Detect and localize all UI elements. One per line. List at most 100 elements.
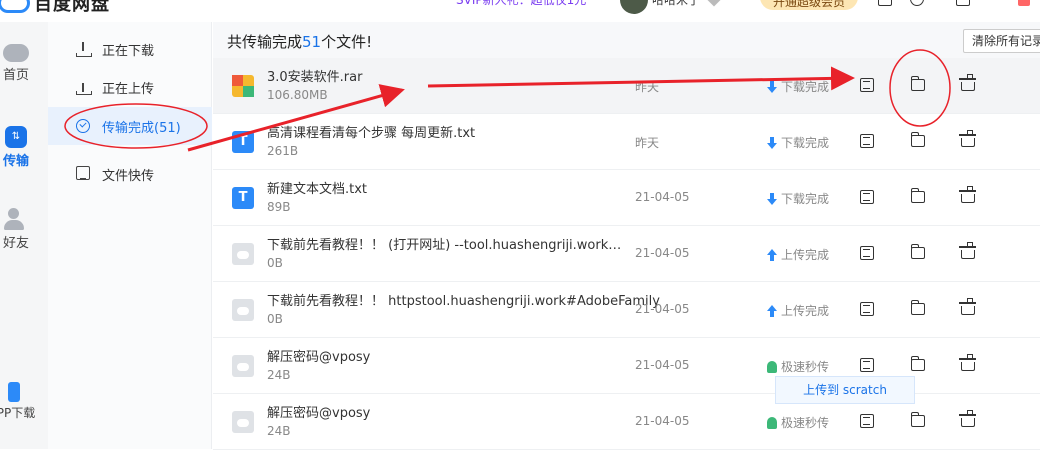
open-folder-icon[interactable] xyxy=(910,188,925,203)
nav-item-completed[interactable]: 传输完成(51) xyxy=(48,107,212,145)
file-time: 21-04-05 xyxy=(635,190,690,204)
rail-label: PP下载 xyxy=(0,406,36,420)
table-row[interactable]: 3.0安装软件.rar 106.80MB 昨天 下载完成 xyxy=(213,58,1040,114)
logo-icon xyxy=(0,0,30,13)
file-size: 24B xyxy=(267,368,291,382)
rocket-icon xyxy=(767,416,777,429)
open-folder-icon[interactable] xyxy=(910,412,925,427)
delete-record-icon[interactable] xyxy=(959,186,976,203)
check-circle-icon xyxy=(76,119,90,133)
settings-icon[interactable] xyxy=(910,0,924,6)
monitor-icon xyxy=(76,166,90,180)
left-rail: 首页 ⇅ 传输 好友 PP下载 xyxy=(0,22,48,449)
user-name[interactable]: 哈哈米了 xyxy=(652,0,700,8)
download-arrow-icon xyxy=(767,136,777,149)
file-time: 21-04-05 xyxy=(635,302,690,316)
file-name: 解压密码@vposy xyxy=(267,406,371,421)
status-label: 上传完成 xyxy=(781,248,830,262)
open-svip-button[interactable]: 开通超级会员 xyxy=(760,0,858,10)
table-row[interactable]: 解压密码@vposy 24B 21-04-05 极速秒传 xyxy=(213,338,1040,394)
status-badge: 极速秒传 xyxy=(767,358,829,375)
rail-label: 传输 xyxy=(2,154,29,169)
nav-item-label: 正在下载 xyxy=(102,43,155,59)
open-folder-icon[interactable] xyxy=(910,132,925,147)
table-row[interactable]: 解压密码@vposy 24B 21-04-05 极速秒传 xyxy=(213,394,1040,450)
list-header: 共传输完成51个文件! 清除所有记录 xyxy=(213,22,1040,58)
vip-level-icon xyxy=(705,0,723,7)
file-time: 21-04-05 xyxy=(635,246,690,260)
file-time: 昨天 xyxy=(635,136,660,150)
nav-item-quick-transfer[interactable]: 文件快传 xyxy=(48,155,212,193)
open-folder-icon[interactable] xyxy=(910,356,925,371)
txt-file-icon: T xyxy=(232,131,254,153)
file-detail-icon[interactable] xyxy=(860,246,874,260)
rail-label: 首页 xyxy=(2,68,29,83)
upload-icon xyxy=(76,80,92,95)
status-label: 下载完成 xyxy=(781,192,830,206)
rocket-icon xyxy=(767,360,777,373)
file-detail-icon[interactable] xyxy=(860,78,874,92)
nav-item-downloading[interactable]: 正在下载 xyxy=(48,30,212,68)
open-folder-icon[interactable] xyxy=(910,76,925,91)
nav-item-uploading[interactable]: 正在上传 xyxy=(48,68,212,106)
skin-icon[interactable] xyxy=(956,0,970,6)
delete-record-icon[interactable] xyxy=(959,242,976,259)
status-badge: 极速秒传 xyxy=(767,414,829,431)
delete-record-icon[interactable] xyxy=(959,298,976,315)
file-size: 106.80MB xyxy=(267,88,328,102)
file-detail-icon[interactable] xyxy=(860,134,874,148)
delete-record-icon[interactable] xyxy=(959,74,976,91)
friend-icon xyxy=(4,208,28,230)
upload-target-tooltip: 上传到 scratch xyxy=(775,376,915,404)
status-label: 下载完成 xyxy=(781,80,830,94)
status-badge: 上传完成 xyxy=(767,302,829,319)
clear-all-records-button[interactable]: 清除所有记录 xyxy=(963,29,1040,53)
rail-item-friends[interactable]: 好友 xyxy=(0,208,48,251)
download-arrow-icon xyxy=(767,80,777,93)
delete-record-icon[interactable] xyxy=(959,354,976,371)
delete-record-icon[interactable] xyxy=(959,410,976,427)
app-logo[interactable]: 百度网盘 xyxy=(0,0,110,16)
file-size: 89B xyxy=(267,200,291,214)
table-row[interactable]: T 高清课程看清每个步骤 每周更新.txt 261B 昨天 下载完成 xyxy=(213,114,1040,170)
upload-arrow-icon xyxy=(767,248,777,261)
avatar[interactable] xyxy=(620,0,648,14)
nav-item-label: 文件快传 xyxy=(102,168,155,184)
generic-file-icon xyxy=(232,299,254,321)
nav-item-label: 正在上传 xyxy=(102,81,155,97)
open-folder-icon[interactable] xyxy=(910,244,925,259)
file-name: 高清课程看清每个步骤 每周更新.txt xyxy=(267,126,476,141)
upload-arrow-icon xyxy=(767,304,777,317)
title-prefix: 共传输完成 xyxy=(227,33,303,51)
rail-label: 好友 xyxy=(2,236,29,251)
rail-item-home[interactable]: 首页 xyxy=(0,44,48,83)
svip-promo-link[interactable]: SVIP新人礼：超低仅1元 xyxy=(456,0,586,8)
delete-record-icon[interactable] xyxy=(959,130,976,147)
rail-item-transfer[interactable]: ⇅ 传输 xyxy=(0,126,48,169)
nav-item-label: 传输完成(51) xyxy=(102,120,181,136)
status-label: 上传完成 xyxy=(781,304,830,318)
generic-file-icon xyxy=(232,355,254,377)
table-row[interactable]: 下载前先看教程！！ (打开网址) --tool.huashengriji.wor… xyxy=(213,226,1040,282)
file-detail-icon[interactable] xyxy=(860,302,874,316)
top-bar: 百度网盘 SVIP新人礼：超低仅1元 哈哈米了 开通超级会员 xyxy=(0,0,1040,22)
table-row[interactable]: T 新建文本文档.txt 89B 21-04-05 下载完成 xyxy=(213,170,1040,226)
file-detail-icon[interactable] xyxy=(860,358,874,372)
file-time: 21-04-05 xyxy=(635,414,690,428)
phone-icon xyxy=(8,382,20,402)
gift-icon[interactable] xyxy=(1018,0,1030,6)
status-badge: 下载完成 xyxy=(767,190,829,207)
txt-file-icon: T xyxy=(232,187,254,209)
status-label: 下载完成 xyxy=(781,136,830,150)
file-detail-icon[interactable] xyxy=(860,414,874,428)
rail-item-app-download[interactable]: PP下载 xyxy=(0,382,48,421)
title-suffix: 个文件! xyxy=(321,33,373,51)
open-folder-icon[interactable] xyxy=(910,300,925,315)
table-row[interactable]: 下载前先看教程！！ httpstool.huashengriji.work#Ad… xyxy=(213,282,1040,338)
rar-file-icon xyxy=(232,75,254,97)
status-label: 极速秒传 xyxy=(781,360,830,374)
transfer-list-panel: 共传输完成51个文件! 清除所有记录 3.0安装软件.rar 106.80MB … xyxy=(213,22,1040,450)
file-name: 3.0安装软件.rar xyxy=(267,70,363,85)
message-icon[interactable] xyxy=(878,0,892,6)
file-detail-icon[interactable] xyxy=(860,190,874,204)
